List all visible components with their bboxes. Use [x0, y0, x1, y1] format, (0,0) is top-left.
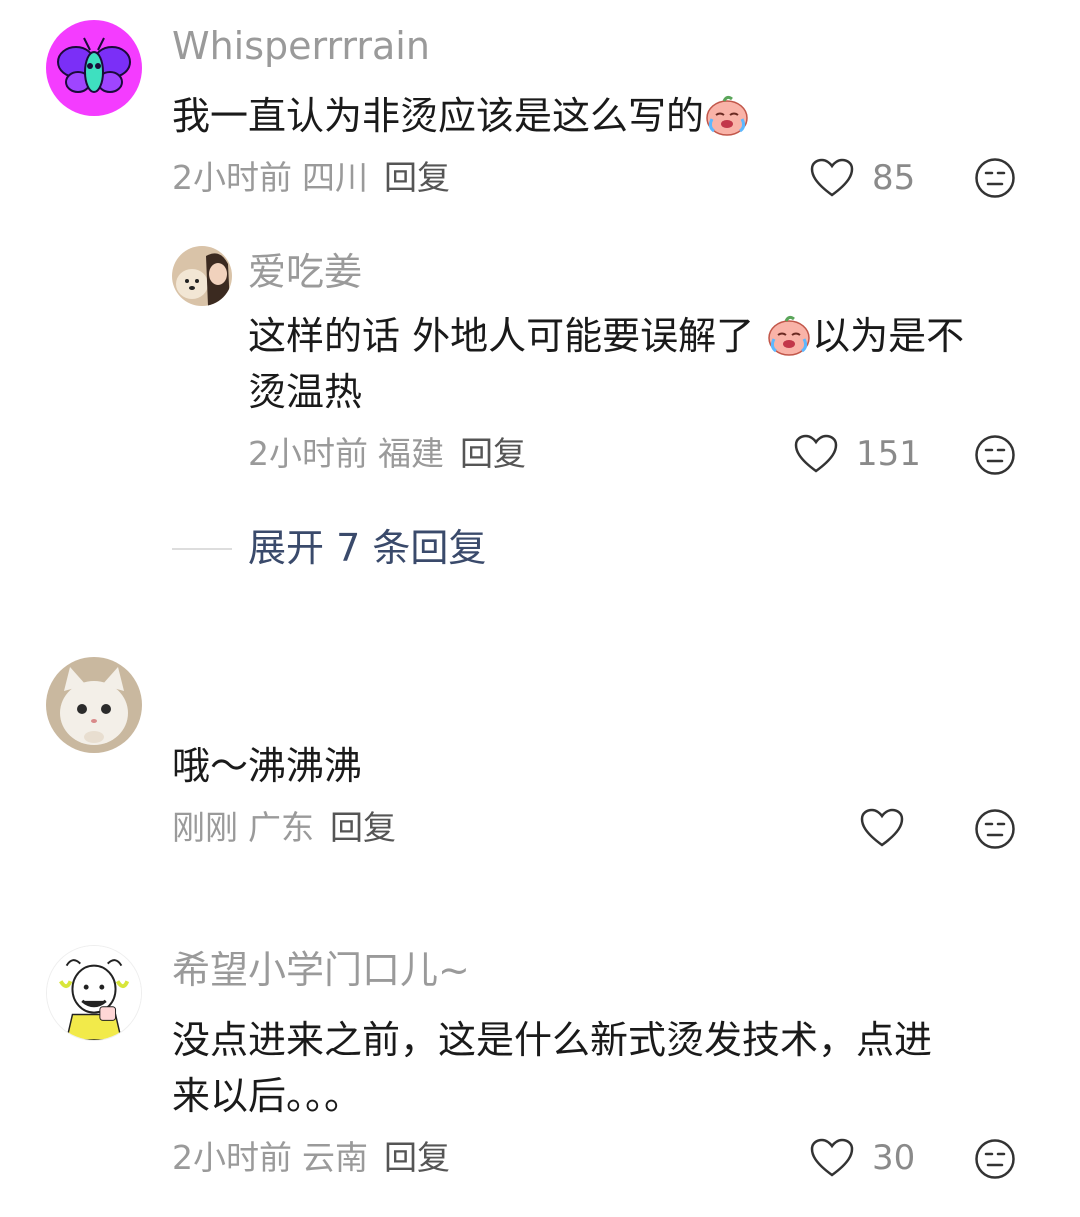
- comment-list: Whisperrrrain 我一直认为非烫应该是这么写的 2小时前 四川 回复 85…: [0, 0, 1080, 1217]
- cartoon-character-avatar-icon: [47, 946, 141, 1040]
- comment-username[interactable]: 希望小学门口儿~: [172, 946, 470, 994]
- neutral-face-icon: [975, 809, 1015, 849]
- comment-time: 2小时前: [172, 1138, 292, 1177]
- comment-text-line1: 没点进来之前，这是什么新式烫发技术，点进: [172, 1018, 933, 1062]
- avatar[interactable]: [46, 20, 142, 116]
- comment-location: 广东: [248, 808, 314, 847]
- crying-peach-emoji-icon: [766, 311, 812, 357]
- neutral-face-icon: [975, 158, 1015, 198]
- comment-text-line1-after: 以为是不: [812, 314, 965, 358]
- purple-butterfly-avatar-icon: [46, 20, 142, 116]
- heart-icon: [810, 1138, 854, 1177]
- heart-icon: [860, 808, 904, 847]
- heart-icon: [794, 434, 838, 473]
- comment-location: 云南: [302, 1138, 368, 1177]
- like-button[interactable]: 151: [794, 430, 921, 478]
- reply-button[interactable]: 回复: [384, 1138, 450, 1177]
- avatar[interactable]: [46, 945, 142, 1041]
- comment-meta: 刚刚 广东 回复: [172, 806, 396, 850]
- dislike-button[interactable]: [974, 808, 1016, 850]
- like-count: 30: [872, 1138, 916, 1178]
- like-count: 85: [872, 158, 916, 198]
- like-button[interactable]: [860, 804, 904, 852]
- avatar[interactable]: [172, 246, 232, 306]
- comment-text-content: 我一直认为非烫应该是这么写的: [172, 94, 705, 138]
- comment-text-line1: 这样的话 外地人可能要误解了: [248, 314, 767, 358]
- white-kitten-avatar-icon: [46, 657, 142, 753]
- expand-divider: [172, 548, 232, 550]
- comment-time: 2小时前: [172, 158, 292, 197]
- comment-meta: 2小时前 福建 回复: [248, 432, 526, 476]
- comment-text-line2: 来以后。。。: [172, 1074, 363, 1118]
- reply-button[interactable]: 回复: [330, 808, 396, 847]
- avatar[interactable]: [46, 657, 142, 753]
- neutral-face-icon: [975, 1139, 1015, 1179]
- crying-peach-emoji-icon: [704, 91, 750, 137]
- dislike-button[interactable]: [974, 434, 1016, 476]
- dislike-button[interactable]: [974, 157, 1016, 199]
- comment-username[interactable]: Whisperrrrain: [172, 22, 430, 70]
- reply-button[interactable]: 回复: [384, 158, 450, 197]
- comment-location: 福建: [378, 434, 444, 473]
- reply-button[interactable]: 回复: [460, 434, 526, 473]
- woman-with-dog-avatar-icon: [172, 246, 232, 306]
- comment-text-line2: 烫温热: [248, 370, 363, 414]
- comment-time: 2小时前: [248, 434, 368, 473]
- expand-replies-button[interactable]: 展开 7 条回复: [248, 524, 486, 572]
- like-button[interactable]: 30: [810, 1134, 915, 1182]
- neutral-face-icon: [975, 435, 1015, 475]
- comment-meta: 2小时前 云南 回复: [172, 1136, 450, 1180]
- dislike-button[interactable]: [974, 1138, 1016, 1180]
- like-button[interactable]: 85: [810, 154, 915, 202]
- like-count: 151: [856, 434, 921, 474]
- comment-time: 刚刚: [172, 808, 238, 847]
- comment-text: 这样的话 外地人可能要误解了 以为是不: [248, 308, 964, 364]
- comment-meta: 2小时前 四川 回复: [172, 156, 450, 200]
- heart-icon: [810, 158, 854, 197]
- comment-text: 我一直认为非烫应该是这么写的: [172, 88, 750, 144]
- comment-text: 哦～沸沸沸: [172, 744, 363, 788]
- comment-location: 四川: [302, 158, 368, 197]
- comment-username[interactable]: 爱吃姜: [248, 248, 362, 296]
